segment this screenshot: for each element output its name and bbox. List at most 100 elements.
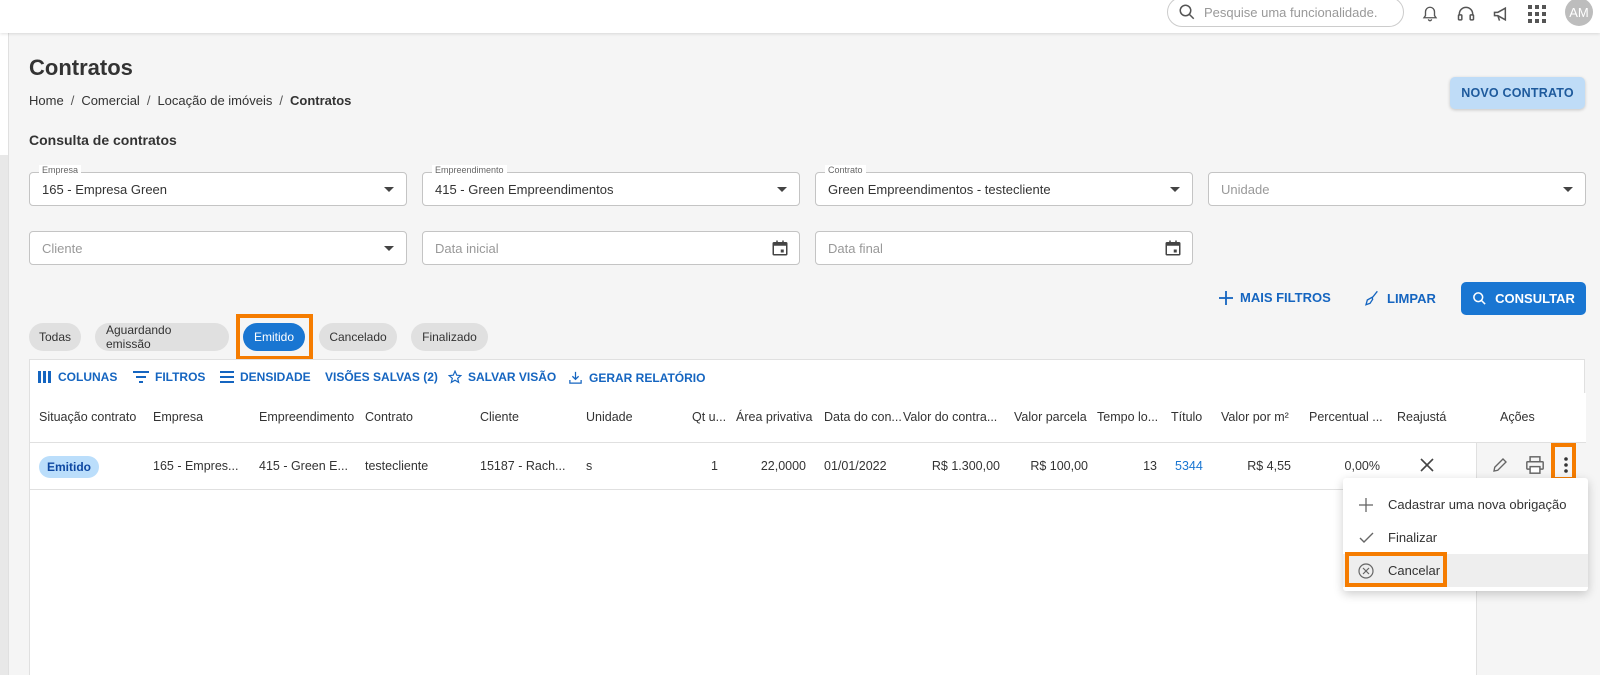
column-header[interactable]: Empresa xyxy=(153,410,203,424)
column-header[interactable]: Tempo lo... xyxy=(1097,410,1158,424)
menu-item-nova-obrigacao[interactable]: Cadastrar uma nova obrigação xyxy=(1343,488,1588,521)
density-button[interactable]: DENSIDADE xyxy=(220,370,311,384)
column-header[interactable]: Cliente xyxy=(480,410,519,424)
page-title: Contratos xyxy=(29,55,133,80)
column-header[interactable]: Unidade xyxy=(586,410,633,424)
saved-views-button[interactable]: VISÕES SALVAS (2) xyxy=(325,370,438,384)
left-rail-shade xyxy=(0,155,8,675)
consultar-button[interactable]: CONSULTAR xyxy=(1461,282,1586,315)
avatar[interactable]: AM xyxy=(1565,0,1593,26)
top-bar: AM xyxy=(0,0,1600,33)
column-header[interactable]: Reajustá xyxy=(1397,410,1447,424)
breadcrumb: Home / Comercial / Locação de imóveis / … xyxy=(29,93,351,108)
column-header[interactable]: Valor por m² xyxy=(1221,410,1289,424)
menu-item-label: Finalizar xyxy=(1388,530,1438,545)
save-view-label: SALVAR VISÃO xyxy=(468,370,557,384)
left-rail xyxy=(0,0,9,675)
cell-qt: 1 xyxy=(711,459,718,473)
filter-icon xyxy=(133,371,149,383)
unidade-select[interactable]: Unidade xyxy=(1208,172,1586,206)
cell-data: 01/01/2022 xyxy=(824,459,887,473)
clear-button[interactable]: LIMPAR xyxy=(1364,290,1436,306)
filters-label: FILTROS xyxy=(155,370,206,384)
table-header: Situação contrato Empresa Empreendimento… xyxy=(30,393,1586,443)
menu-item-finalizar[interactable]: Finalizar xyxy=(1343,521,1588,554)
breadcrumb-home[interactable]: Home xyxy=(29,93,64,108)
cell-titulo-link[interactable]: 5344 xyxy=(1175,459,1203,473)
apps-grid-icon[interactable] xyxy=(1525,2,1549,26)
column-header[interactable]: Área privativa xyxy=(736,410,812,424)
cliente-select[interactable]: Cliente xyxy=(29,231,407,265)
filters-button[interactable]: FILTROS xyxy=(133,370,205,384)
close-icon xyxy=(1420,458,1434,472)
headset-icon[interactable] xyxy=(1454,2,1478,26)
cell-area: 22,0000 xyxy=(760,459,806,473)
generate-report-button[interactable]: GERAR RELATÓRIO xyxy=(568,370,705,385)
columns-button[interactable]: COLUNAS xyxy=(38,370,117,384)
density-icon xyxy=(220,371,234,383)
empresa-select[interactable]: Empresa 165 - Empresa Green xyxy=(29,165,407,206)
data-inicial-placeholder: Data inicial xyxy=(435,240,499,256)
breadcrumb-separator: / xyxy=(279,93,283,108)
cell-empresa: 165 - Empres... xyxy=(153,459,239,473)
menu-item-label: Cadastrar uma nova obrigação xyxy=(1388,497,1567,512)
column-header[interactable]: Percentual ... xyxy=(1309,410,1383,424)
search-input[interactable] xyxy=(1204,4,1394,20)
megaphone-icon[interactable] xyxy=(1490,2,1514,26)
cell-valor-m2: R$ 4,55 xyxy=(1247,459,1291,473)
generate-report-label: GERAR RELATÓRIO xyxy=(589,370,706,385)
empreendimento-select[interactable]: Empreendimento 415 - Green Empreendiment… xyxy=(422,165,800,206)
breadcrumb-locacao[interactable]: Locação de imóveis xyxy=(157,93,272,108)
cell-empreendimento: 415 - Green E... xyxy=(259,459,348,473)
search-box[interactable] xyxy=(1167,0,1404,27)
download-icon xyxy=(568,370,583,385)
chip-cancelado[interactable]: Cancelado xyxy=(319,323,397,351)
column-header[interactable]: Empreendimento xyxy=(259,410,354,424)
status-badge: Emitido xyxy=(39,456,99,478)
plus-icon xyxy=(1358,497,1374,513)
chip-aguardando-emissao[interactable]: Aguardando emissão xyxy=(95,323,229,351)
density-label: DENSIDADE xyxy=(240,370,311,384)
broom-icon xyxy=(1364,290,1380,306)
breadcrumb-comercial[interactable]: Comercial xyxy=(81,93,140,108)
breadcrumb-current: Contratos xyxy=(289,93,352,108)
saved-views-label: VISÕES SALVAS (2) xyxy=(325,370,438,384)
empreendimento-value: 415 - Green Empreendimentos xyxy=(435,181,614,197)
more-filters-label: MAIS FILTROS xyxy=(1240,290,1331,305)
column-header[interactable]: Data do con... xyxy=(824,410,902,424)
empresa-value: 165 - Empresa Green xyxy=(42,181,168,197)
column-header-actions: Ações xyxy=(1500,410,1535,424)
contrato-select[interactable]: Contrato Green Empreendimentos - testecl… xyxy=(815,165,1193,206)
new-contract-button[interactable]: NOVO CONTRATO xyxy=(1450,77,1585,109)
data-final-placeholder: Data final xyxy=(828,240,883,256)
search-icon xyxy=(1178,3,1196,21)
column-header[interactable]: Valor parcela xyxy=(1014,410,1087,424)
column-header[interactable]: Situação contrato xyxy=(39,410,136,424)
plus-icon xyxy=(1219,290,1233,305)
bell-icon[interactable] xyxy=(1418,2,1442,26)
chevron-down-icon xyxy=(1563,187,1573,192)
chip-finalizado[interactable]: Finalizado xyxy=(411,323,488,351)
breadcrumb-separator: / xyxy=(70,93,75,108)
column-header[interactable]: Valor do contra... xyxy=(903,410,997,424)
column-header[interactable]: Título xyxy=(1171,410,1202,424)
contrato-value: Green Empreendimentos - testecliente xyxy=(828,181,1051,197)
column-header[interactable]: Qt u... xyxy=(692,410,726,424)
cell-cliente: 15187 - Rach... xyxy=(480,459,566,473)
save-view-button[interactable]: SALVAR VISÃO xyxy=(448,370,556,384)
cell-unidade: s xyxy=(586,459,593,473)
edit-pencil-icon[interactable] xyxy=(1491,456,1509,474)
empreendimento-label: Empreendimento xyxy=(432,165,507,175)
breadcrumb-separator: / xyxy=(146,93,151,108)
calendar-icon[interactable] xyxy=(771,239,789,257)
check-icon xyxy=(1358,530,1374,546)
column-header[interactable]: Contrato xyxy=(365,410,413,424)
chevron-down-icon xyxy=(384,187,394,192)
calendar-icon[interactable] xyxy=(1164,239,1182,257)
data-inicial-field[interactable]: Data inicial xyxy=(422,231,800,265)
data-final-field[interactable]: Data final xyxy=(815,231,1193,265)
chip-todas[interactable]: Todas xyxy=(29,323,81,351)
more-filters-button[interactable]: MAIS FILTROS xyxy=(1219,290,1331,305)
print-icon[interactable] xyxy=(1525,456,1545,474)
columns-icon xyxy=(38,371,52,383)
